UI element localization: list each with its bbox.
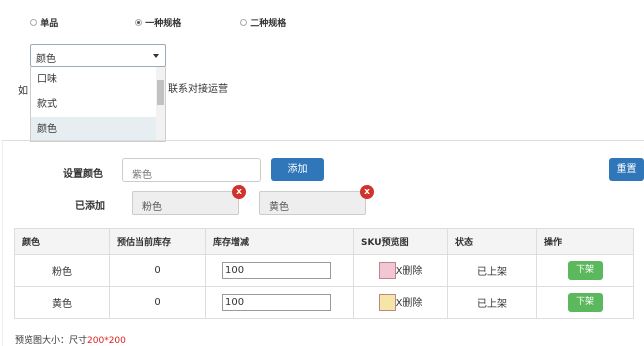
cell-action: 下架 [536, 286, 634, 319]
radio-label: 单品 [40, 19, 59, 29]
tag-label: 粉色 [142, 202, 162, 213]
radio-two-spec[interactable]: 二种规格 [240, 16, 286, 29]
sku-preview-image[interactable] [378, 262, 396, 280]
reset-button[interactable]: 重置 [609, 158, 644, 181]
color-input[interactable]: 紫色 [122, 158, 261, 182]
delist-button[interactable]: 下架 [567, 293, 603, 312]
cell-status: 已上架 [447, 286, 537, 319]
cell-action: 下架 [536, 254, 634, 287]
radio-label: 一种规格 [145, 19, 182, 29]
sku-table: 颜色 预估当前库存 库存增减 SKU预览图 状态 操作 粉色 0 100 X删除… [14, 228, 634, 319]
preview-size-note: 预览图大小：尺寸200*200 [15, 333, 126, 346]
cell-status: 已上架 [447, 254, 537, 287]
cell-preview: X删除 [353, 286, 448, 319]
delete-image-link[interactable]: X删除 [396, 298, 423, 309]
added-tag-pink: 粉色 [132, 191, 239, 215]
delist-button[interactable]: 下架 [567, 261, 603, 280]
spec-select-value: 颜色 [36, 54, 56, 65]
cell-color: 粉色 [14, 254, 110, 287]
table-row: 粉色 0 100 X删除 已上架 下架 [14, 254, 634, 287]
close-icon[interactable]: x [360, 185, 374, 199]
cell-stock: 0 [109, 286, 206, 319]
cell-delta: 100 [205, 286, 354, 319]
col-header-color: 颜色 [14, 228, 110, 255]
radio-circle[interactable] [135, 19, 142, 26]
table-header-row: 颜色 预估当前库存 库存增减 SKU预览图 状态 操作 [14, 228, 634, 255]
spec-select[interactable]: 颜色 [30, 44, 166, 67]
color-input-value: 紫色 [132, 170, 152, 181]
close-icon[interactable]: x [232, 185, 246, 199]
table-row: 黄色 0 100 X删除 已上架 下架 [14, 286, 634, 319]
dropdown-option-flavor[interactable]: 口味 [31, 67, 157, 92]
delete-image-link[interactable]: X删除 [396, 266, 423, 277]
added-label: 已添加 [75, 201, 105, 212]
tag-label: 黄色 [269, 202, 289, 213]
cell-stock: 0 [109, 254, 206, 287]
set-color-label: 设置颜色 [63, 169, 103, 180]
add-button[interactable]: 添加 [271, 158, 324, 181]
cell-delta: 100 [205, 254, 354, 287]
cell-color: 黄色 [14, 286, 110, 319]
stock-delta-input[interactable]: 100 [222, 294, 331, 311]
sku-preview-image[interactable] [378, 294, 396, 312]
col-header-delta: 库存增减 [205, 228, 354, 255]
radio-circle[interactable] [30, 19, 37, 26]
dropdown-option-style[interactable]: 款式 [31, 92, 157, 117]
radio-circle[interactable] [240, 19, 247, 26]
cell-preview: X删除 [353, 254, 448, 287]
radio-one-spec[interactable]: 一种规格 [135, 16, 181, 29]
spec-dropdown[interactable]: 口味 款式 颜色 [30, 67, 166, 142]
col-header-stock: 预估当前库存 [109, 228, 206, 255]
scrollbar-thumb[interactable] [157, 80, 164, 105]
col-header-preview: SKU预览图 [353, 228, 448, 255]
radio-single[interactable]: 单品 [30, 16, 58, 29]
chevron-down-icon[interactable] [153, 54, 159, 58]
added-tag-yellow: 黄色 [259, 191, 366, 215]
dropdown-option-color[interactable]: 颜色 [31, 117, 157, 141]
col-header-status: 状态 [447, 228, 537, 255]
radio-label: 二种规格 [250, 19, 287, 29]
col-header-action: 操作 [536, 228, 634, 255]
stock-delta-input[interactable]: 100 [222, 262, 331, 279]
hint-text-left: 如 [18, 86, 28, 97]
dropdown-scrollbar[interactable] [156, 67, 165, 141]
hint-text-right: 联系对接运营 [168, 84, 228, 95]
